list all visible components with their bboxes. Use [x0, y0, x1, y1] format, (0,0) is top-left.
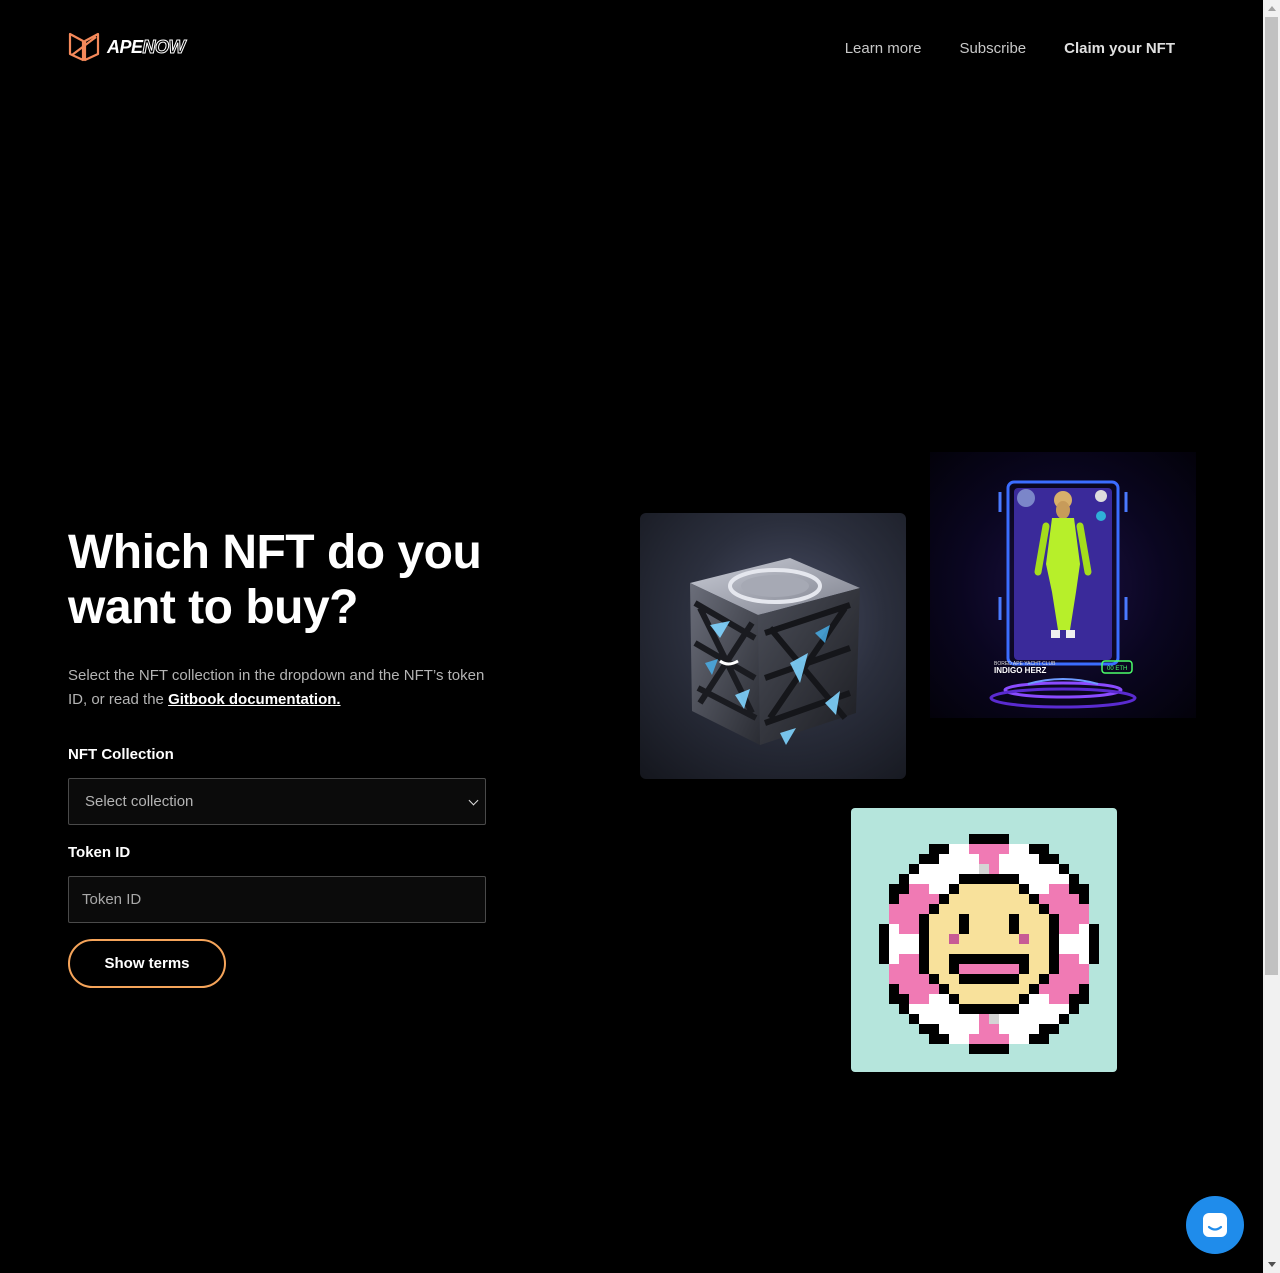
show-terms-button[interactable]: Show terms [68, 939, 226, 988]
token-id-input[interactable]: Token ID [68, 876, 486, 923]
pixel-flower-illustration [879, 834, 1099, 1054]
nav-learn-more[interactable]: Learn more [845, 40, 922, 57]
nav-claim-nft[interactable]: Claim your NFT [1064, 40, 1175, 57]
nft-image-pixel-flower [851, 808, 1117, 1072]
page-scrollbar[interactable] [1263, 0, 1280, 1273]
nft-collection-label: NFT Collection [68, 746, 174, 763]
nav-subscribe[interactable]: Subscribe [959, 40, 1026, 57]
page-description: Select the NFT collection in the dropdow… [68, 667, 485, 708]
token-id-placeholder: Token ID [82, 891, 142, 908]
chat-bubble-icon [1203, 1213, 1227, 1237]
ape-card-price: 00 ETH [1107, 666, 1127, 672]
scrollbar-thumb[interactable] [1265, 17, 1278, 975]
nft-image-mystery-box [640, 513, 906, 779]
nft-collection-select[interactable]: Select collection [68, 778, 486, 825]
gitbook-link[interactable]: Gitbook documentation. [168, 691, 341, 708]
scroll-down-arrow[interactable] [1263, 1256, 1280, 1273]
mystery-box-illustration [690, 558, 860, 745]
logo-wordmark: APENOW [107, 36, 186, 57]
scroll-up-arrow[interactable] [1263, 0, 1280, 17]
site-header: APENOW Learn more Subscribe Claim your N… [0, 0, 1263, 98]
apenow-logo[interactable]: APENOW [68, 31, 186, 63]
chat-launcher-button[interactable] [1186, 1196, 1244, 1254]
ape-card-name: INDIGO HERZ [994, 666, 1047, 675]
chevron-down-icon [468, 795, 479, 806]
main-nav: Learn more Subscribe Claim your NFT [845, 40, 1175, 57]
apenow-logo-icon [68, 32, 100, 62]
token-id-label: Token ID [68, 844, 131, 861]
page-title: Which NFT do you want to buy? [68, 526, 482, 634]
bored-ape-card-illustration: BORED APE YACHT CLUB INDIGO HERZ 00 ETH [989, 480, 1137, 709]
collection-select-value: Select collection [85, 793, 194, 810]
nft-image-bored-ape-card: BORED APE YACHT CLUB INDIGO HERZ 00 ETH [930, 452, 1196, 718]
